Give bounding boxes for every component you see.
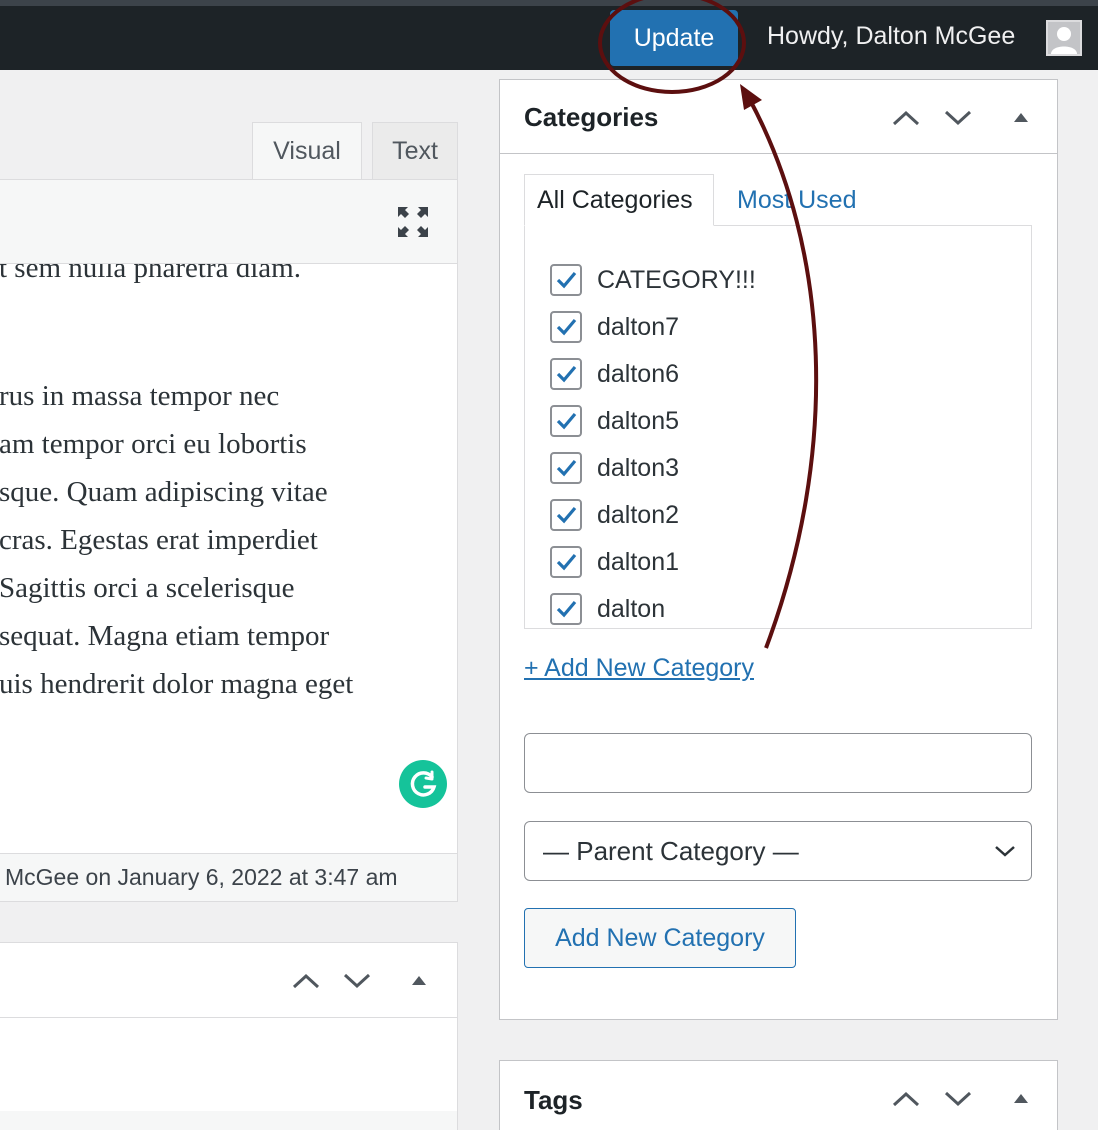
categories-panel: Categories All Categories Most Used CATE… [499,79,1058,1020]
tags-panel: Tags [499,1060,1058,1130]
add-new-category-link[interactable]: + Add New Category [524,654,754,683]
category-label: dalton7 [597,312,680,341]
category-label: dalton2 [597,500,680,529]
admin-bar-topline [0,0,1098,6]
admin-bar: Update Howdy, Dalton McGee [0,0,1098,70]
category-label: dalton6 [597,359,680,388]
editor-content[interactable]: t sem nulla pharetra diam. rus in massa … [0,264,457,854]
checkmark-icon [556,412,577,430]
howdy-user-menu[interactable]: Howdy, Dalton McGee [767,22,1015,51]
list-item[interactable]: dalton5 [550,404,679,438]
editor-line: cras. Egestas erat imperdiet [0,524,318,556]
editor-line: t sem nulla pharetra diam. [0,264,301,284]
category-checkbox[interactable] [550,264,582,296]
toggle-panel-icon[interactable] [404,971,434,991]
category-label: dalton5 [597,406,680,435]
toggle-panel-icon[interactable] [1006,108,1036,128]
tab-all-categories[interactable]: All Categories [524,174,714,226]
grammarly-icon[interactable] [399,760,447,808]
metabox-body [0,1111,457,1130]
editor-toolbar [0,180,457,264]
category-checkbox[interactable] [550,452,582,484]
move-up-icon[interactable] [291,971,321,991]
avatar[interactable] [1046,20,1082,56]
category-checkbox[interactable] [550,405,582,437]
list-item[interactable]: dalton3 [550,451,679,485]
categories-header: Categories [500,80,1057,154]
list-item[interactable]: dalton6 [550,357,679,391]
list-item[interactable]: dalton1 [550,545,679,579]
metabox-header [0,943,457,1018]
editor-line: am tempor orci eu lobortis [0,428,307,460]
category-label: dalton3 [597,453,680,482]
category-label: dalton1 [597,547,680,576]
move-up-icon[interactable] [891,1089,921,1109]
editor-line: uis hendrerit dolor magna eget [0,668,354,700]
list-item[interactable]: dalton [550,592,665,626]
tab-most-used[interactable]: Most Used [737,174,856,226]
editor-line: sque. Quam adipiscing vitae [0,476,328,508]
category-checkbox[interactable] [550,358,582,390]
category-checkbox[interactable] [550,593,582,625]
tab-text[interactable]: Text [372,122,458,180]
panel-title: Categories [524,102,659,132]
list-item[interactable]: dalton2 [550,498,679,532]
category-checkbox[interactable] [550,546,582,578]
tab-visual[interactable]: Visual [252,122,362,180]
chevron-down-icon [995,846,1015,857]
parent-category-value: — Parent Category — [543,835,799,866]
checkmark-icon [556,506,577,524]
category-checkbox[interactable] [550,499,582,531]
post-editor: t sem nulla pharetra diam. rus in massa … [0,179,458,902]
move-down-icon[interactable] [943,1089,973,1109]
editor-line: Sagittis orci a scelerisque [0,572,295,604]
new-category-input[interactable] [524,733,1032,793]
metabox [0,942,458,1130]
move-up-icon[interactable] [891,108,921,128]
checkmark-icon [556,318,577,336]
checkmark-icon [556,365,577,383]
list-item[interactable]: dalton7 [550,310,679,344]
checkmark-icon [556,553,577,571]
add-new-category-button[interactable]: Add New Category [524,908,796,968]
panel-title: Tags [524,1085,583,1115]
update-button[interactable]: Update [610,10,738,66]
move-down-icon[interactable] [342,971,372,991]
fullscreen-icon[interactable] [395,204,431,240]
category-checklist[interactable]: CATEGORY!!! dalton7 dalton6 dalton5 dalt… [524,225,1032,629]
checkmark-icon [556,271,577,289]
user-avatar-icon [1051,27,1077,54]
parent-category-select[interactable]: — Parent Category — [524,821,1032,881]
last-edited-status: McGee on January 6, 2022 at 3:47 am [0,853,457,901]
category-label: CATEGORY!!! [597,265,756,294]
checkmark-icon [556,600,577,618]
category-label: dalton [597,594,666,623]
list-item[interactable]: CATEGORY!!! [550,263,756,297]
editor-line: rus in massa tempor nec [0,380,280,412]
category-checkbox[interactable] [550,311,582,343]
editor-line: sequat. Magna etiam tempor [0,620,330,652]
toggle-panel-icon[interactable] [1006,1089,1036,1109]
move-down-icon[interactable] [943,108,973,128]
checkmark-icon [556,459,577,477]
